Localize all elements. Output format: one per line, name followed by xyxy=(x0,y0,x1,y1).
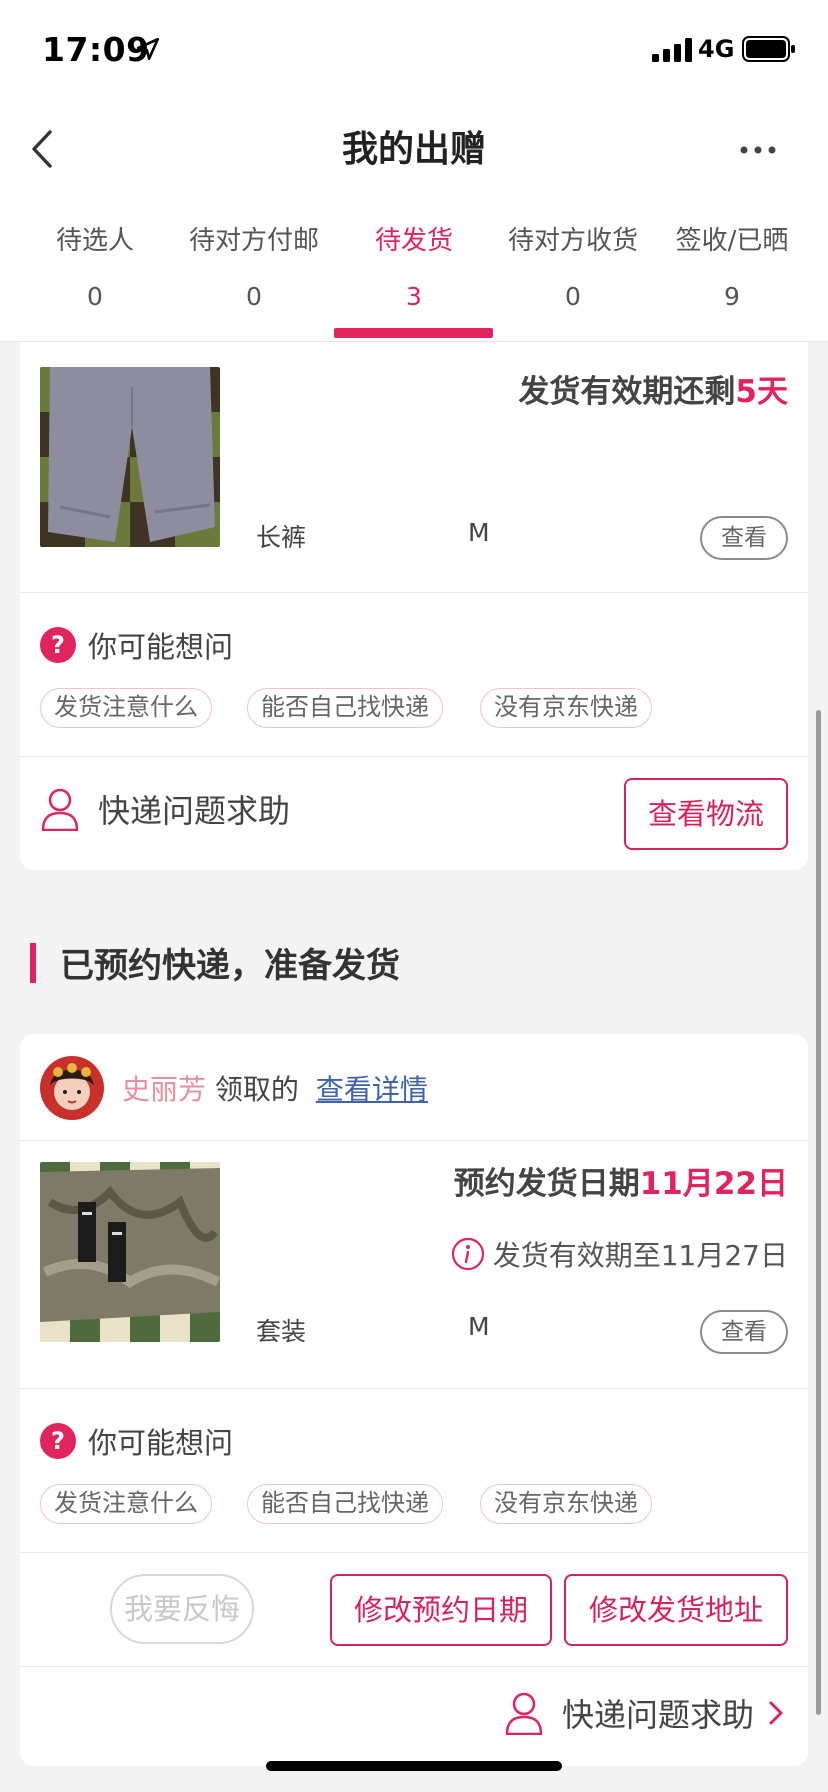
view-logistics-button[interactable]: 查看物流 xyxy=(624,778,788,850)
network-type: 4G xyxy=(698,35,735,63)
booking-label: 预约发货日期 xyxy=(453,1166,640,1202)
faq-chip[interactable]: 没有京东快递 xyxy=(480,1484,652,1524)
avatar-image xyxy=(40,1056,104,1120)
divider xyxy=(20,1388,808,1389)
faq-title-label: 你可能想问 xyxy=(88,630,234,664)
tab-count: 0 xyxy=(565,282,581,311)
nav-bar: 我的出赠 xyxy=(0,100,828,200)
tab-pending-receipt[interactable]: 待对方收货 0 xyxy=(493,220,653,311)
receiver-name[interactable]: 史丽芳 xyxy=(122,1073,206,1106)
tab-pending-postage[interactable]: 待对方付邮 0 xyxy=(174,220,334,311)
view-button[interactable]: 查看 xyxy=(700,1310,788,1354)
question-icon: ? xyxy=(40,627,76,663)
tab-pending-select[interactable]: 待选人 0 xyxy=(15,220,175,311)
courier-help-label: 快递问题求助 xyxy=(561,1696,754,1734)
tab-label: 待发货 xyxy=(374,226,453,256)
deadline-label: 发货有效期还剩 xyxy=(518,374,736,410)
faq-title: ? 你可能想问 xyxy=(40,1420,233,1462)
deadline-value: 5天 xyxy=(735,374,788,410)
section-header: 已预约快递，准备发货 xyxy=(30,938,400,987)
shipment-deadline: 发货有效期还剩5天 xyxy=(518,366,788,411)
page-title: 我的出赠 xyxy=(341,129,486,170)
booked-shipment-card: 史丽芳 领取的 查看详情 预约发货日期11月22日 发货有效期至11月27日 套… xyxy=(20,1034,808,1766)
chevron-right-icon xyxy=(769,1701,783,1725)
home-indicator[interactable] xyxy=(266,1761,562,1771)
faq-chip[interactable]: 发货注意什么 xyxy=(40,1484,212,1524)
regret-button[interactable]: 我要反悔 xyxy=(110,1574,254,1644)
tab-label: 待对方付邮 xyxy=(188,226,319,256)
tab-count: 3 xyxy=(406,282,422,311)
divider xyxy=(20,1666,808,1667)
pants-image xyxy=(40,367,220,547)
tab-pending-shipment[interactable]: 待发货 3 xyxy=(334,220,494,311)
scrollbar[interactable] xyxy=(816,710,821,1715)
faq-title: ? 你可能想问 xyxy=(40,624,233,666)
view-button[interactable]: 查看 xyxy=(700,516,788,560)
faq-chip[interactable]: 没有京东快递 xyxy=(480,688,652,728)
product-image[interactable] xyxy=(40,367,220,547)
tab-received[interactable]: 签收/已晒 9 xyxy=(652,220,812,311)
faq-chip[interactable]: 能否自己找快递 xyxy=(247,1484,443,1524)
item-size: M xyxy=(468,518,490,547)
svg-text:?: ? xyxy=(51,1427,65,1455)
tab-label: 待选人 xyxy=(55,226,134,256)
active-tab-indicator xyxy=(334,328,493,338)
more-icon[interactable] xyxy=(738,138,778,162)
tab-label: 签收/已晒 xyxy=(675,226,789,256)
courier-help[interactable]: 快递问题求助 xyxy=(40,786,290,832)
person-icon xyxy=(505,1692,543,1735)
courier-help-label: 快递问题求助 xyxy=(98,792,291,830)
faq-title-label: 你可能想问 xyxy=(88,1426,234,1460)
product-image[interactable] xyxy=(40,1162,220,1342)
receiver-line: 史丽芳 领取的 查看详情 xyxy=(122,1068,428,1108)
change-date-button[interactable]: 修改预约日期 xyxy=(330,1574,552,1646)
change-address-button[interactable]: 修改发货地址 xyxy=(564,1574,788,1646)
outfit-image xyxy=(40,1162,220,1342)
info-icon xyxy=(451,1237,484,1271)
courier-help[interactable]: 快递问题求助 xyxy=(504,1690,784,1736)
divider xyxy=(20,1140,808,1141)
question-icon: ? xyxy=(40,1423,76,1459)
view-details-link[interactable]: 查看详情 xyxy=(316,1073,428,1106)
status-time: 17:09 xyxy=(42,30,150,69)
validity-text: 发货有效期至11月27日 xyxy=(492,1239,788,1272)
battery-icon xyxy=(742,36,795,62)
avatar[interactable] xyxy=(40,1056,104,1120)
person-icon xyxy=(41,788,79,831)
svg-text:?: ? xyxy=(51,631,65,659)
cellular-signal-icon xyxy=(652,38,692,62)
status-bar: 17:09 4G xyxy=(0,0,828,100)
item-name: 套装 xyxy=(256,1317,307,1346)
tab-count: 0 xyxy=(246,282,262,311)
tab-label: 待对方收货 xyxy=(507,226,638,256)
divider xyxy=(20,756,808,757)
divider xyxy=(20,1552,808,1553)
item-name: 长裤 xyxy=(256,523,307,552)
status-tabs: 待选人 0 待对方付邮 0 待发货 3 待对方收货 0 签收/已晒 9 xyxy=(0,200,828,342)
section-title: 已预约快递，准备发货 xyxy=(60,946,400,986)
section-accent-bar xyxy=(30,942,36,983)
faq-chip[interactable]: 能否自己找快递 xyxy=(247,688,443,728)
divider xyxy=(20,592,808,593)
shipment-card: 发货有效期还剩5天 长裤 M 查看 ? 你可能想问 发货注意什么 能否自己找快递… xyxy=(20,342,808,870)
validity-line: 发货有效期至11月27日 xyxy=(451,1234,788,1274)
booking-date-value: 11月22日 xyxy=(639,1166,788,1202)
tab-count: 0 xyxy=(87,282,103,311)
faq-chip[interactable]: 发货注意什么 xyxy=(40,688,212,728)
tab-count: 9 xyxy=(724,282,740,311)
receiver-suffix: 领取的 xyxy=(214,1073,299,1106)
booking-date: 预约发货日期11月22日 xyxy=(454,1158,788,1203)
location-arrow-icon xyxy=(136,37,160,61)
item-size: M xyxy=(468,1312,490,1341)
